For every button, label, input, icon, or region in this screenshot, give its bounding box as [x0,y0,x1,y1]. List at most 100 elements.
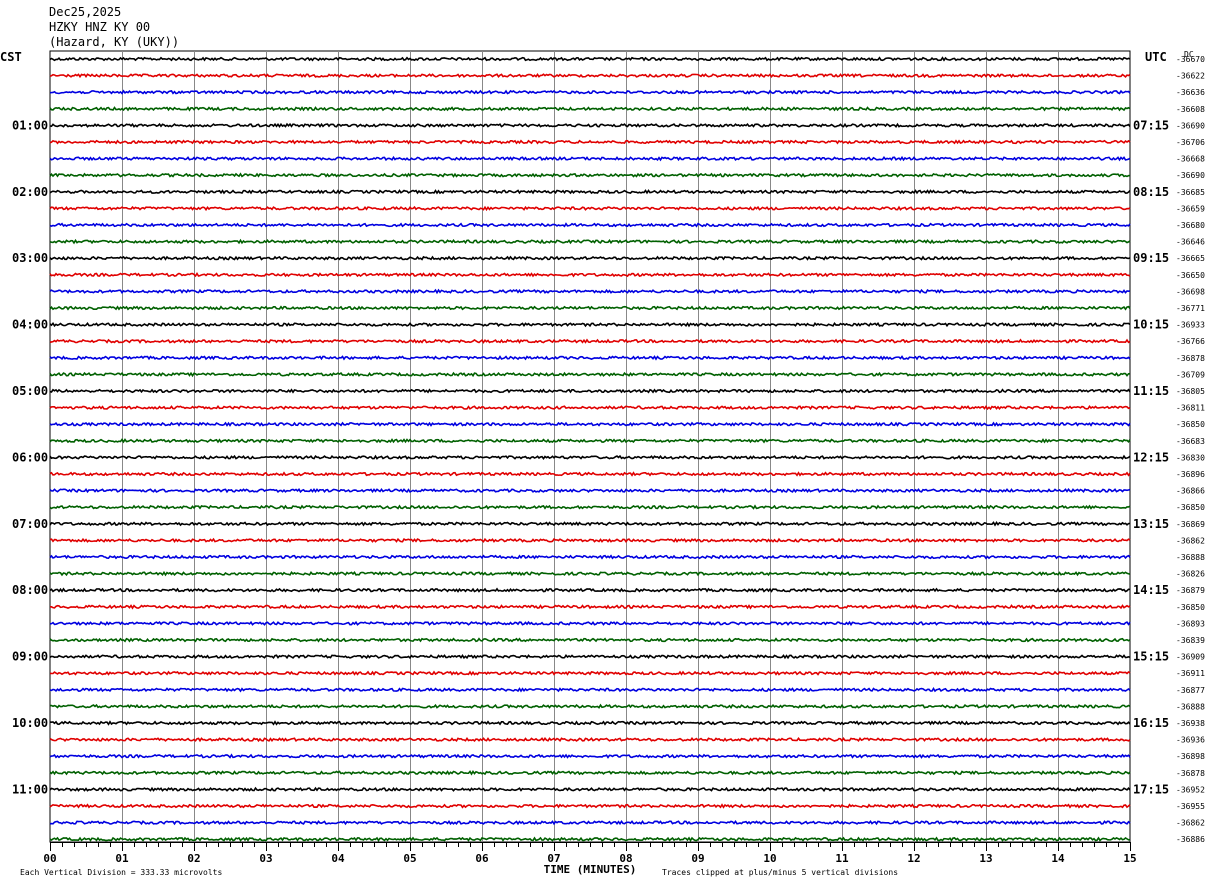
dc-offset-label: -36898 [1176,752,1205,761]
trace-line [49,321,1131,328]
dc-offset-label: -36893 [1176,619,1205,628]
trace-line [49,72,1131,79]
x-tick-label: 10 [763,852,776,865]
trace-line [49,570,1131,577]
trace-line [49,620,1131,627]
dc-offset-label: -36622 [1176,72,1205,81]
helicorder-chart: Dec25,2025 HZKY HNZ KY 00 (Hazard, KY (U… [0,5,1205,877]
dc-offset-label: -36879 [1176,586,1205,595]
left-time-label: 01:00 [12,118,48,132]
clip-note: Traces clipped at plus/minus 5 vertical … [662,868,898,877]
x-tick-label: 12 [907,852,920,865]
trace-lines [49,56,1131,843]
right-time-label: 11:15 [1133,384,1169,398]
trace-line [49,554,1131,560]
dc-offset-label: -36850 [1176,603,1205,612]
dc-offset-label: -36878 [1176,354,1205,363]
trace-line [49,155,1131,162]
dc-offset-label: -36952 [1176,785,1205,794]
trace-line [49,205,1131,212]
dc-offset-label: -36670 [1176,55,1205,64]
dc-offset-label: -36911 [1176,669,1205,678]
x-axis-title: TIME (MINUTES) [544,863,637,876]
x-tick-label: 11 [835,852,849,865]
dc-offset-label: -36805 [1176,387,1205,396]
dc-offset-label: -36646 [1176,238,1205,247]
dc-offset-label: -36826 [1176,570,1205,579]
x-tick-label: 14 [1051,852,1065,865]
dc-offset-label: -36896 [1176,470,1205,479]
dc-offset-label: -36690 [1176,121,1205,130]
trace-line [49,471,1131,477]
right-time-label: 14:15 [1133,583,1169,597]
trace-line [49,355,1131,361]
x-tick-label: 05 [403,852,416,865]
dc-offset-label: -36850 [1176,503,1205,512]
left-time-label: 09:00 [12,650,48,664]
dc-offset-label: -36680 [1176,221,1205,230]
header-location: (Hazard, KY (UKY)) [49,35,179,49]
trace-line [49,587,1131,593]
x-tick-label: 03 [259,852,272,865]
x-tick-label: 09 [691,852,704,865]
x-tick-label: 04 [331,852,345,865]
dc-offset-label: -36830 [1176,453,1205,462]
trace-line [49,56,1131,62]
dc-offset-label: -36709 [1176,370,1205,379]
trace-line [49,421,1131,427]
dc-offset-label: -36811 [1176,404,1205,413]
dc-offset-label: -36936 [1176,736,1205,745]
trace-line [49,753,1131,759]
dc-offset-label: -36933 [1176,321,1205,330]
trace-line [49,288,1131,295]
header-date: Dec25,2025 [49,5,121,19]
trace-line [49,371,1131,378]
trace-line [49,139,1131,145]
right-time-label: 13:15 [1133,517,1169,531]
dc-offset-label: -36698 [1176,287,1205,296]
left-time-label: 04:00 [12,318,48,332]
dc-offset-label: -36888 [1176,702,1205,711]
trace-line [49,271,1131,278]
dc-offset-label: -36665 [1176,254,1205,263]
x-axis: 00 01 02 03 04 05 06 07 08 09 10 11 12 13 14 15 [43,842,1137,865]
dc-offset-label: -36938 [1176,719,1205,728]
x-tick-label: 02 [187,852,200,865]
dc-offset-label: -36869 [1176,520,1205,529]
x-tick-label: 00 [43,852,56,865]
trace-line [49,604,1131,610]
dc-offset-label: -36771 [1176,304,1205,313]
dc-offset-label: -36877 [1176,686,1205,695]
dc-offset-label: -36690 [1176,171,1205,180]
right-time-labels: 07:15 08:15 09:15 10:15 11:15 12:15 13:15 14:15… [1133,118,1169,796]
dc-offset-label: -36766 [1176,337,1205,346]
trace-line [49,720,1131,726]
right-time-label: 07:15 [1133,118,1169,132]
trace-line [49,404,1131,411]
left-axis-label: CST [0,50,22,64]
header-station: HZKY HNZ KY 00 [49,20,150,34]
trace-line [49,305,1131,311]
dc-offset-label: -36866 [1176,487,1205,496]
trace-line [49,736,1131,743]
trace-line [49,106,1131,112]
trace-line [49,786,1131,793]
dc-offset-label: -36668 [1176,155,1205,164]
trace-line [49,438,1131,444]
trace-line [49,521,1131,527]
dc-offset-labels: -36670 -36622 -36636 -36608 -36690 -36706 -366… [1176,55,1205,844]
right-time-label: 15:15 [1133,650,1169,664]
right-time-label: 16:15 [1133,716,1169,730]
dc-offset-label: -36706 [1176,138,1205,147]
right-time-label: 12:15 [1133,450,1169,464]
trace-line [49,487,1131,494]
dc-offset-label: -36886 [1176,835,1205,844]
dc-offset-label: -36636 [1176,88,1205,97]
left-time-label: 05:00 [12,384,48,398]
dc-offset-label: -36685 [1176,188,1205,197]
trace-line [49,687,1131,693]
dc-offset-label: -36888 [1176,553,1205,562]
trace-line [49,388,1131,394]
trace-line [49,637,1131,643]
trace-line [49,172,1131,178]
